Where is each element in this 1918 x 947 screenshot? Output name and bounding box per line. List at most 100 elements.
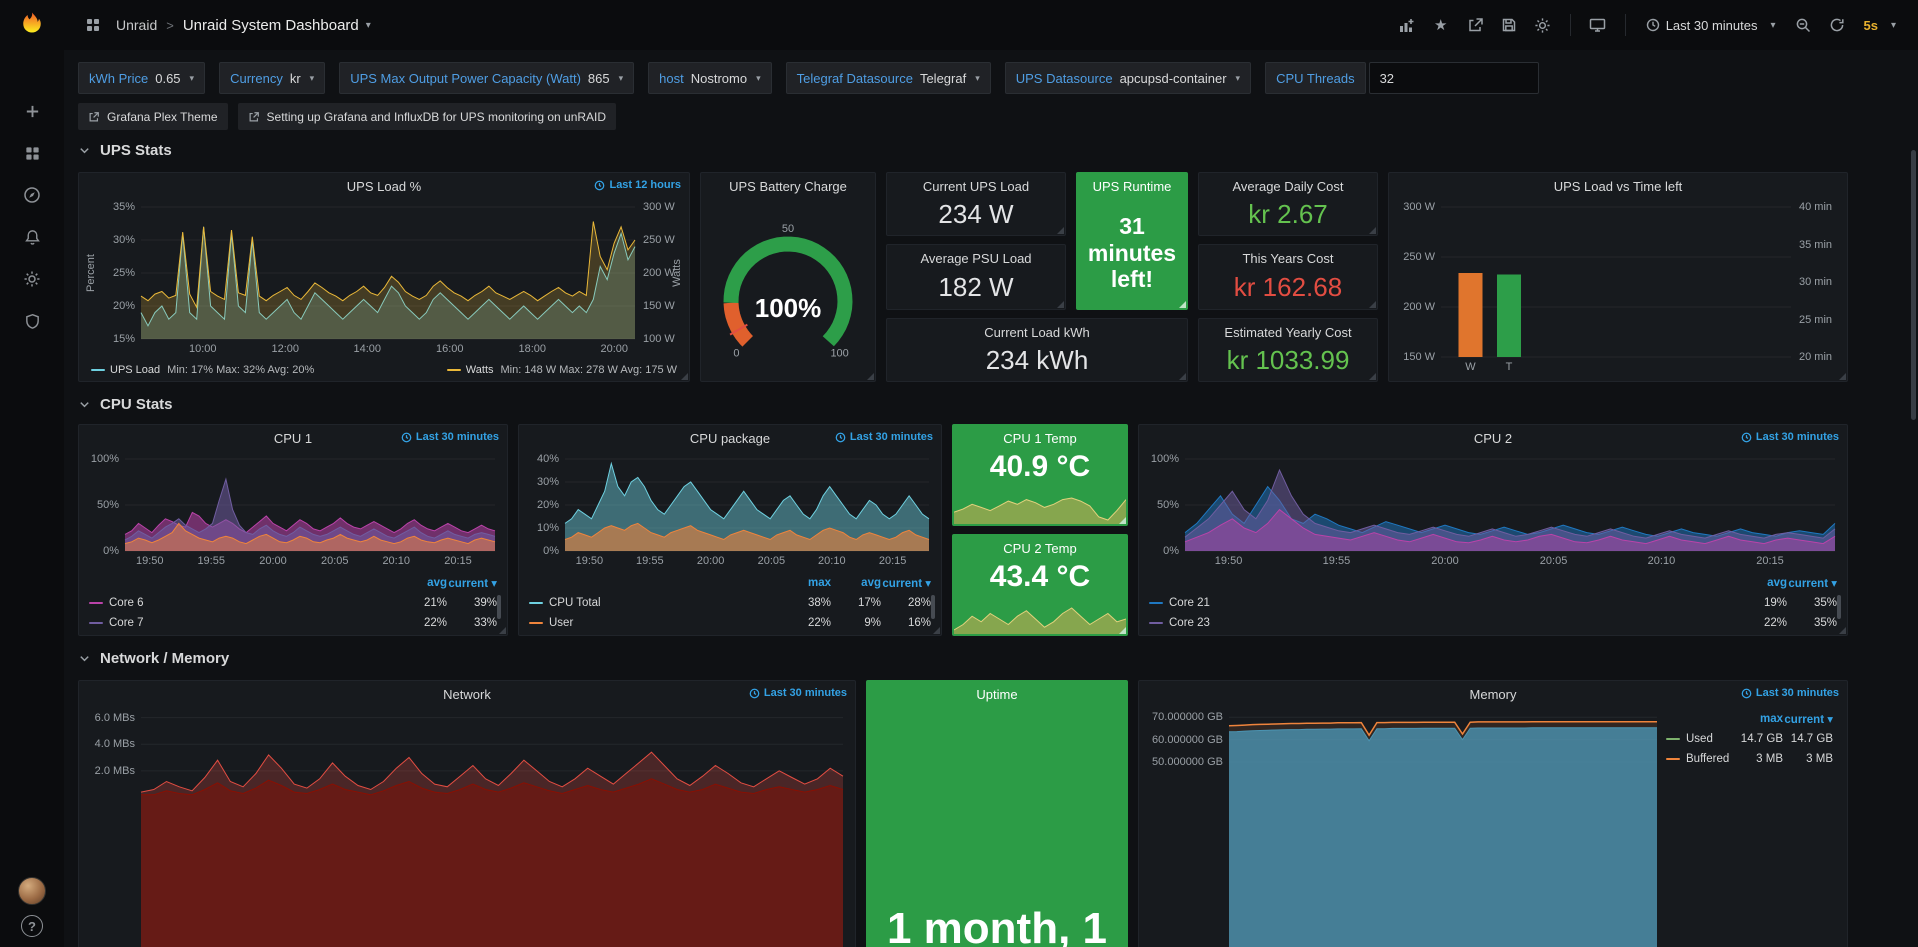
caret-down-icon: ▾	[190, 73, 195, 84]
grid-icon[interactable]	[78, 10, 108, 40]
configuration-gear-icon[interactable]	[0, 260, 64, 298]
panel-title[interactable]: CPU 2	[1474, 431, 1512, 446]
row-header-cpu-stats[interactable]: CPU Stats	[78, 394, 173, 414]
panel-time-override[interactable]: Last 30 minutes	[835, 431, 933, 443]
legend-sort-header[interactable]: avg	[1737, 577, 1787, 589]
cpu2-legend[interactable]: avgcurrent ▾ Core 2119%35%Core 2322%35%	[1145, 573, 1841, 633]
panel-title[interactable]: UPS Load %	[347, 179, 421, 194]
caret-down-icon: ▾	[975, 73, 980, 84]
legend-item[interactable]: WattsMin: 148 W Max: 278 W Avg: 175 W	[447, 364, 677, 376]
cpu1-temp-sparkline	[954, 492, 1126, 524]
divider	[1570, 14, 1571, 36]
time-range-picker[interactable]: Last 30 minutes ▾	[1638, 10, 1784, 40]
panel-title[interactable]: UPS Battery Charge	[729, 179, 847, 194]
dashboards-icon[interactable]	[0, 134, 64, 172]
panel-title[interactable]: Current Load kWh	[984, 325, 1090, 340]
cpu-package-chart[interactable]: 0%10%20%30%40%19:5019:5520:0020:0520:102…	[523, 453, 937, 569]
help-icon[interactable]: ?	[21, 915, 43, 937]
panel-title[interactable]: Average PSU Load	[920, 251, 1031, 266]
variable-telegraf-datasource[interactable]: Telegraf Datasource Telegraf ▾	[786, 62, 991, 94]
legend-sort-header[interactable]: current ▾	[1787, 576, 1837, 590]
legend-row[interactable]: CPU Total38%17%28%	[525, 593, 935, 613]
row-header-ups-stats[interactable]: UPS Stats	[78, 140, 172, 160]
create-plus-icon[interactable]	[0, 92, 64, 130]
dashboard-switcher-caret-icon[interactable]: ▾	[366, 20, 371, 31]
panel-title[interactable]: Estimated Yearly Cost	[1224, 325, 1351, 340]
stat-value: 1 month, 1	[867, 903, 1127, 947]
panel-title[interactable]: Uptime	[976, 687, 1017, 702]
legend-row[interactable]: User22%9%16%	[525, 613, 935, 633]
alerting-bell-icon[interactable]	[0, 218, 64, 256]
refresh-icon[interactable]	[1822, 10, 1852, 40]
legend-row[interactable]: Core 722%33%	[85, 613, 501, 633]
network-chart[interactable]: 6.0 MBs4.0 MBs2.0 MBs	[83, 709, 851, 947]
variable-ups-datasource[interactable]: UPS Datasource apcupsd-container ▾	[1005, 62, 1251, 94]
star-icon[interactable]: ★	[1426, 10, 1456, 40]
legend-row[interactable]: Core 2322%35%	[1145, 613, 1841, 633]
ups-bars-chart[interactable]: 150 W200 W250 W300 W20 min25 min30 min35…	[1395, 201, 1841, 375]
ups-load-chart[interactable]: 15%20%25%30%35%100 W150 W200 W250 W300 W…	[83, 201, 685, 357]
legend-sort-header[interactable]: max	[1733, 713, 1783, 725]
caret-down-icon: ▾	[1770, 20, 1775, 31]
dashboard-title[interactable]: Unraid System Dashboard	[183, 17, 359, 34]
legend-sort-header[interactable]: avg	[397, 577, 447, 589]
user-avatar[interactable]	[18, 877, 46, 905]
panel-title[interactable]: Memory	[1470, 687, 1517, 702]
tv-kiosk-icon[interactable]	[1583, 10, 1613, 40]
legend-sort-header[interactable]: max	[781, 577, 831, 589]
clock-icon	[749, 688, 760, 699]
battery-gauge[interactable]: 050100100%	[705, 201, 871, 377]
panel-title[interactable]: CPU 1	[274, 431, 312, 446]
add-panel-icon[interactable]	[1392, 10, 1422, 40]
explore-compass-icon[interactable]	[0, 176, 64, 214]
legend-row[interactable]: Core 2119%35%	[1145, 593, 1841, 613]
panel-ups-runtime: UPS Runtime 31 minutes left!	[1076, 172, 1188, 310]
cpu1-chart[interactable]: 0%50%100%19:5019:5520:0020:0520:1020:15	[83, 453, 503, 569]
dashboard-link-ups-guide[interactable]: Setting up Grafana and InfluxDB for UPS …	[238, 103, 617, 130]
row-header-network-memory[interactable]: Network / Memory	[78, 648, 229, 668]
panel-title[interactable]: CPU package	[690, 431, 770, 446]
legend-row[interactable]: Core 621%39%	[85, 593, 501, 613]
ups-load-legend[interactable]: UPS LoadMin: 17% Max: 32% Avg: 20% WattsM…	[91, 364, 677, 376]
settings-gear-icon[interactable]	[1528, 10, 1558, 40]
variable-kwh-price[interactable]: kWh Price 0.65 ▾	[78, 62, 205, 94]
dashboard-link-plex-theme[interactable]: Grafana Plex Theme	[78, 103, 228, 130]
series-color-dash-icon	[89, 602, 103, 604]
panel-time-override[interactable]: Last 12 hours	[594, 179, 681, 191]
panel-title[interactable]: UPS Runtime	[1093, 179, 1172, 194]
panel-time-override[interactable]: Last 30 minutes	[401, 431, 499, 443]
legend-sort-header[interactable]: avg	[831, 577, 881, 589]
zoom-out-icon[interactable]	[1788, 10, 1818, 40]
cpu-threads-input[interactable]: 32	[1369, 62, 1539, 94]
variable-cpu-threads-label: CPU Threads	[1265, 62, 1366, 94]
server-admin-shield-icon[interactable]	[0, 302, 64, 340]
panel-title[interactable]: UPS Load vs Time left	[1554, 179, 1683, 194]
legend-item[interactable]: UPS LoadMin: 17% Max: 32% Avg: 20%	[91, 364, 314, 376]
legend-row[interactable]: Used14.7 GB14.7 GB	[1662, 729, 1837, 749]
breadcrumb-app[interactable]: Unraid	[116, 17, 157, 33]
panel-time-override[interactable]: Last 30 minutes	[1741, 687, 1839, 699]
refresh-interval-picker[interactable]: 5s ▾	[1856, 10, 1905, 40]
panel-title[interactable]: Average Daily Cost	[1232, 179, 1343, 194]
grafana-logo[interactable]	[17, 0, 47, 50]
sidebar-menu	[0, 92, 64, 340]
legend-sort-header[interactable]: current ▾	[1783, 712, 1833, 726]
cpu1-legend[interactable]: avgcurrent ▾ Core 621%39%Core 722%33%	[85, 573, 501, 633]
memory-legend[interactable]: maxcurrent ▾ Used14.7 GB14.7 GBBuffered3 …	[1662, 709, 1837, 769]
legend-sort-header[interactable]: current ▾	[447, 576, 497, 590]
cpu2-chart[interactable]: 0%50%100%19:5019:5520:0020:0520:1020:15	[1143, 453, 1843, 569]
panel-title[interactable]: This Years Cost	[1242, 251, 1333, 266]
scrollbar-thumb[interactable]	[1911, 150, 1916, 420]
variable-ups-max-output[interactable]: UPS Max Output Power Capacity (Watt) 865…	[339, 62, 634, 94]
variable-host[interactable]: host Nostromo ▾	[648, 62, 771, 94]
save-icon[interactable]	[1494, 10, 1524, 40]
panel-title[interactable]: Current UPS Load	[923, 179, 1029, 194]
legend-row[interactable]: Buffered3 MB3 MB	[1662, 749, 1837, 769]
panel-time-override[interactable]: Last 30 minutes	[749, 687, 847, 699]
panel-title[interactable]: Network	[443, 687, 491, 702]
panel-time-override[interactable]: Last 30 minutes	[1741, 431, 1839, 443]
cpu-package-legend[interactable]: maxavgcurrent ▾ CPU Total38%17%28%User22%…	[525, 573, 935, 633]
legend-sort-header[interactable]: current ▾	[881, 576, 931, 590]
share-icon[interactable]	[1460, 10, 1490, 40]
variable-currency[interactable]: Currency kr ▾	[219, 62, 325, 94]
